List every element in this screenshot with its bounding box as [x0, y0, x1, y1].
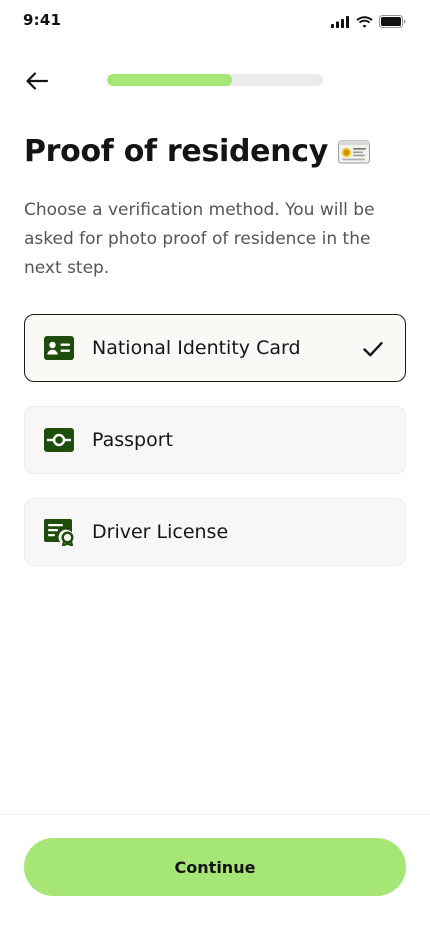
option-label: Passport — [92, 429, 173, 451]
option-passport[interactable]: Passport — [24, 406, 406, 474]
footer-divider — [0, 814, 430, 815]
progress-fill — [107, 74, 233, 86]
option-label: Driver License — [92, 521, 229, 543]
page-description: Choose a verification method. You will b… — [24, 200, 375, 278]
back-button[interactable] — [22, 66, 52, 96]
status-time: 9:41 — [23, 11, 62, 29]
passport-icon — [43, 424, 75, 456]
status-bar: 9:41 — [0, 0, 430, 44]
option-national-identity-card[interactable]: National Identity Card — [24, 314, 406, 382]
option-driver-license[interactable]: Driver License — [24, 498, 406, 566]
arrow-left-icon — [26, 72, 49, 90]
screen: 9:41 Proof of residency Choose a verific… — [0, 0, 430, 932]
battery-icon — [379, 15, 406, 28]
option-label: National Identity Card — [92, 337, 301, 359]
checkmark-icon — [363, 342, 383, 357]
cellular-signal-icon — [331, 15, 349, 28]
id-card-icon — [43, 332, 75, 364]
identification-card-emoji — [338, 140, 371, 163]
title-row: Proof of residency — [24, 134, 371, 169]
continue-button[interactable]: Continue — [24, 838, 406, 896]
license-certificate-icon — [43, 516, 75, 548]
status-icons — [331, 15, 406, 28]
wifi-icon — [356, 15, 373, 28]
page-title: Proof of residency — [24, 134, 329, 169]
progress-bar — [107, 74, 323, 86]
